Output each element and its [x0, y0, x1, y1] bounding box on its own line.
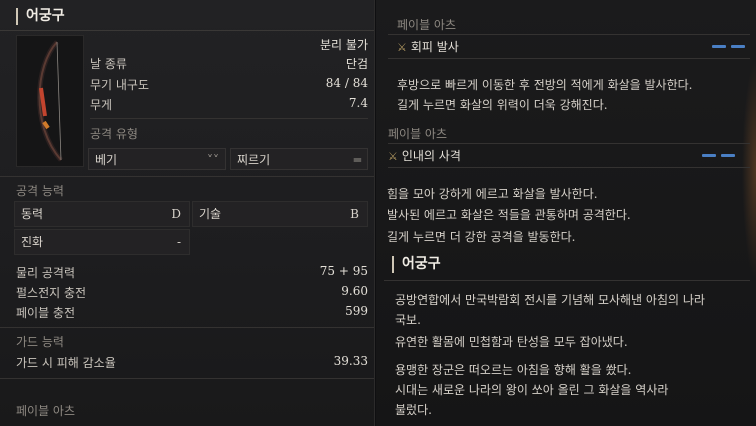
attack-type-thrust-label: 찌르기 — [237, 153, 271, 167]
separable-status: 분리 불가 — [320, 38, 368, 52]
item-detail-panel: 어궁구 분리 불가 날 종류 단검 무기 내구도 84 / 84 무게 7.4 … — [0, 0, 375, 426]
fable-art-2[interactable]: ⚔ 인내의 사격 — [388, 147, 461, 164]
fable-art-2-desc-1: 힘을 모아 강하게 에르고 화살을 발사한다. — [387, 187, 598, 201]
equals-icon: ═ — [353, 153, 361, 167]
lore-title: 어궁구 — [392, 256, 441, 273]
pulse-charge-label: 펄스전지 충전 — [16, 286, 87, 300]
guard-ability-label: 가드 능력 — [16, 335, 64, 349]
physical-attack-value: 75 + 95 — [319, 264, 368, 278]
bow-weapon-image — [16, 35, 84, 167]
divider — [388, 167, 750, 168]
lore-line: 국보. — [395, 313, 421, 327]
gauge-segment — [712, 45, 726, 48]
lore-line: 공방연합에서 만국박람회 전시를 기념해 모사해낸 아침의 나라 — [395, 293, 705, 307]
stat-power: 동력 D — [14, 201, 190, 227]
divider — [388, 34, 750, 35]
crossed-swords-icon: ⚔ — [388, 150, 398, 163]
stat-evolution-label: 진화 — [21, 235, 44, 249]
gauge-segment — [731, 45, 745, 48]
divider — [384, 280, 750, 281]
stat-evolution-grade: - — [176, 235, 181, 249]
fable-art-1-section: 페이블 아츠 — [397, 18, 457, 32]
lore-line: 용맹한 장군은 떠오르는 아침을 향해 활을 쐈다. — [395, 363, 632, 377]
attack-type-label: 공격 유형 — [90, 127, 138, 141]
stat-technique: 기술 B — [192, 201, 368, 227]
durability-value: 84 / 84 — [325, 76, 368, 90]
fable-charge-value: 599 — [345, 304, 368, 318]
fable-art-1-name: 회피 발사 — [410, 40, 459, 54]
guard-reduction-label: 가드 시 피해 감소율 — [16, 356, 116, 370]
weight-label: 무게 — [90, 98, 113, 112]
divider — [0, 176, 374, 177]
bow-icon — [37, 40, 63, 162]
lore-line: 유연한 활몸에 민첩함과 탄성을 모두 잡아냈다. — [395, 335, 628, 349]
title-divider — [0, 30, 374, 31]
fable-charge-label: 페이블 충전 — [16, 306, 76, 320]
fable-art-2-desc-3: 길게 누르면 더 강한 공격을 발동한다. — [387, 230, 576, 244]
physical-attack-label: 물리 공격력 — [16, 266, 76, 280]
attack-type-thrust[interactable]: 찌르기 ═ — [230, 148, 368, 170]
stat-power-grade: D — [171, 207, 181, 221]
stat-technique-grade: B — [350, 207, 359, 221]
gauge-segment — [721, 154, 735, 157]
blade-type-label: 날 종류 — [90, 57, 127, 71]
durability-label: 무기 내구도 — [90, 78, 150, 92]
fable-art-2-name: 인내의 사격 — [401, 149, 461, 163]
double-chevron-down-icon: ˅˅ — [207, 153, 219, 167]
blade-type-value: 단검 — [345, 57, 368, 71]
divider — [0, 327, 374, 328]
guard-reduction-value: 39.33 — [333, 354, 368, 368]
divider — [90, 118, 368, 119]
fable-art-2-section: 페이블 아츠 — [388, 127, 448, 141]
edge-glow — [742, 60, 756, 280]
fable-art-2-desc-2: 발사된 에르고 화살은 적들을 관통하며 공격한다. — [387, 208, 631, 222]
stat-power-label: 동력 — [21, 207, 44, 221]
lore-line: 시대는 새로운 나라의 왕이 쏘아 올린 그 화살을 역사라 — [395, 383, 669, 397]
attack-type-slash[interactable]: 베기 ˅˅ — [88, 148, 226, 170]
gauge-segment — [702, 154, 716, 157]
pulse-charge-value: 9.60 — [341, 284, 368, 298]
fable-arts-label: 페이블 아츠 — [16, 404, 76, 418]
weight-value: 7.4 — [348, 96, 368, 110]
crossed-swords-icon: ⚔ — [397, 41, 407, 54]
stat-technique-label: 기술 — [199, 207, 222, 221]
stat-evolution: 진화 - — [14, 229, 190, 255]
divider — [388, 143, 750, 144]
attack-ability-label: 공격 능력 — [16, 184, 64, 198]
fable-art-1-desc-1: 후방으로 빠르게 이동한 후 전방의 적에게 화살을 발사한다. — [397, 78, 693, 92]
fable-art-1-desc-2: 길게 누르면 화살의 위력이 더욱 강해진다. — [397, 98, 608, 112]
item-name: 어궁구 — [16, 8, 65, 25]
attack-type-slash-label: 베기 — [95, 153, 118, 167]
lore-line: 불렀다. — [395, 403, 432, 417]
divider — [388, 58, 750, 59]
divider — [0, 378, 374, 379]
fable-art-1[interactable]: ⚔ 회피 발사 — [397, 38, 459, 55]
